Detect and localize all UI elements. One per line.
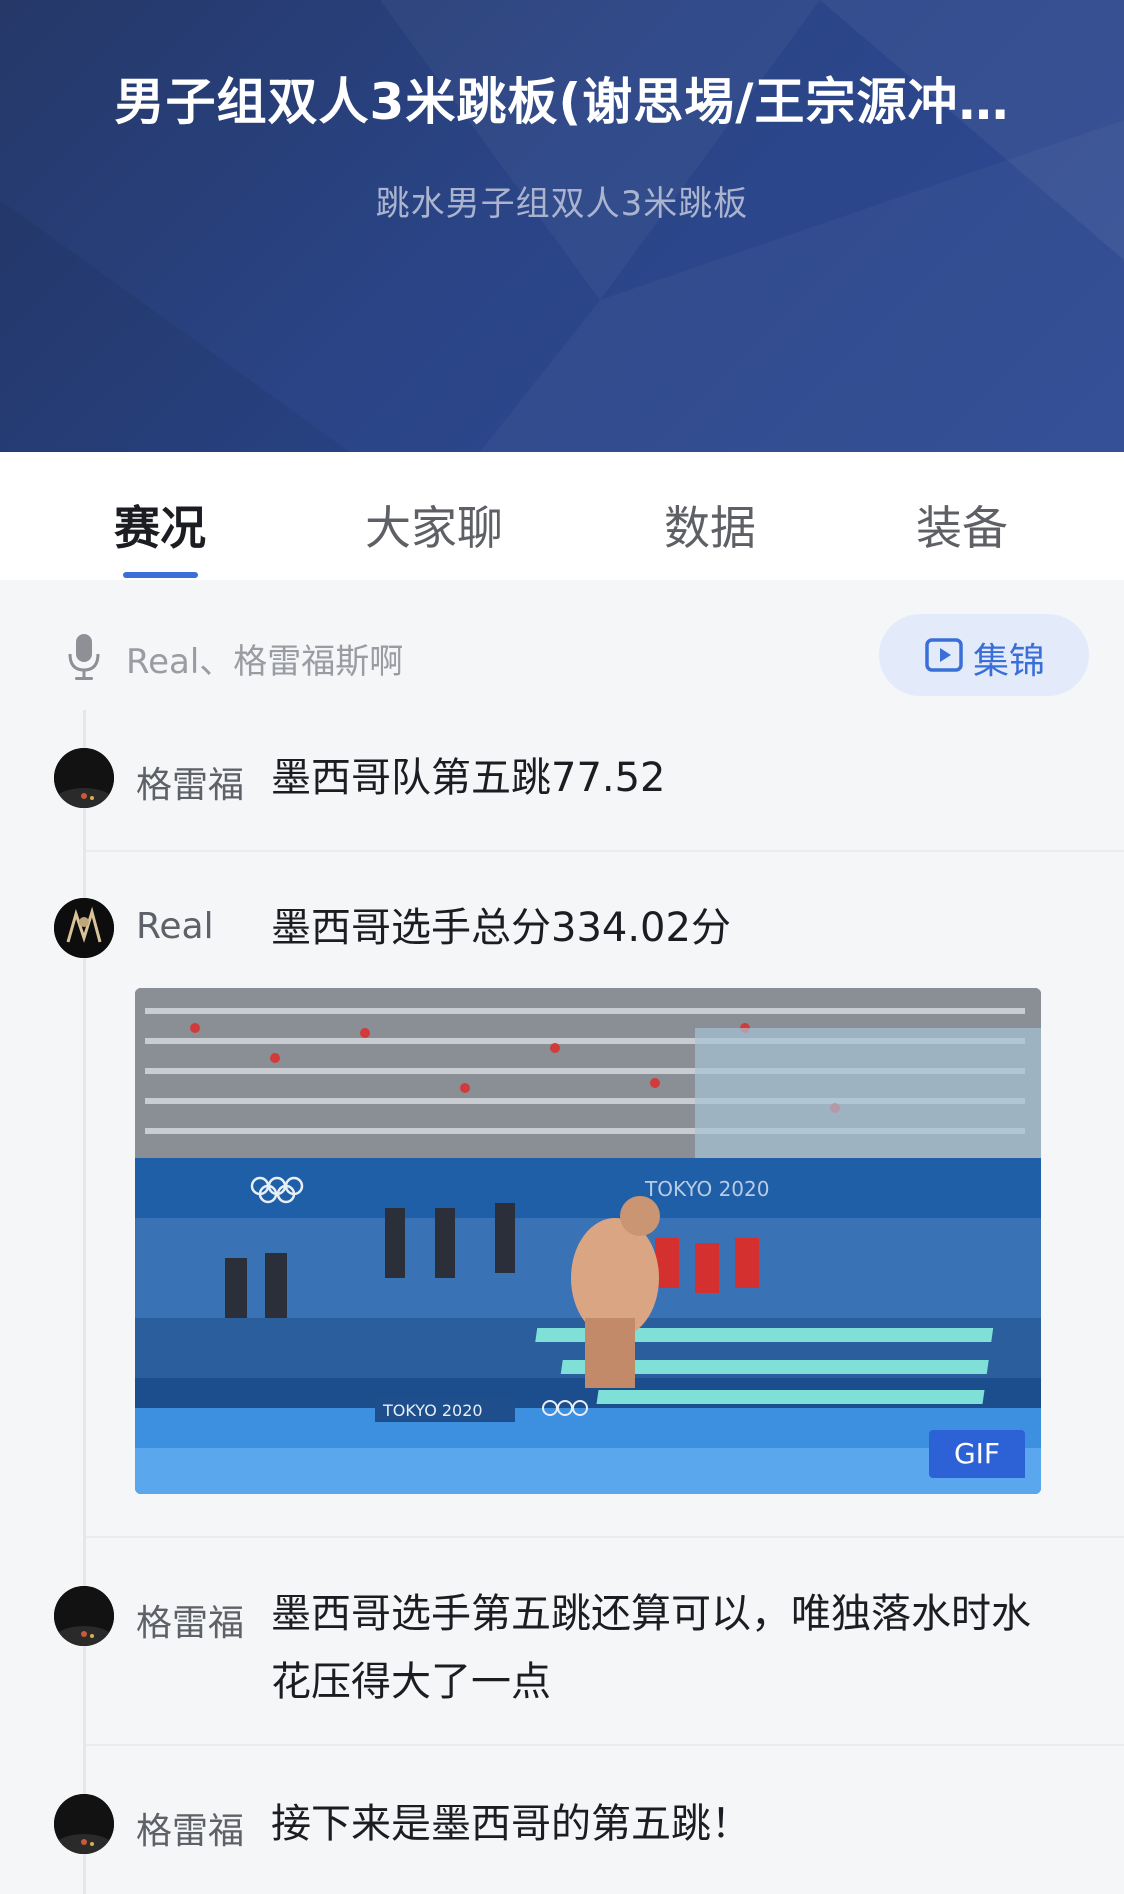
- highlights-label: 集锦: [973, 641, 1046, 682]
- message-text: 墨西哥队第五跳77.52: [271, 755, 666, 801]
- tab-stats[interactable]: 数据: [620, 492, 800, 558]
- play-icon: [925, 638, 963, 672]
- microphone-icon: [68, 634, 100, 680]
- gif-media[interactable]: TOKYO 2020 TOKYO 2020 GIF: [135, 988, 1041, 1494]
- author-name: 格雷福: [136, 1603, 245, 1644]
- gif-badge: GIF: [929, 1430, 1025, 1478]
- event-subtitle: 跳水男子组双人3米跳板: [375, 184, 749, 224]
- divider: [86, 1744, 1124, 1746]
- highlights-button[interactable]: 集锦: [879, 614, 1089, 696]
- match-header: 男子组双人3米跳板(谢思埸/王宗源冲… 跳水男子组双人3米跳板: [0, 0, 1124, 452]
- avatar[interactable]: [54, 748, 114, 808]
- message-text: 墨西哥选手总分334.02分: [271, 905, 731, 951]
- tab-chat[interactable]: 大家聊: [344, 492, 524, 558]
- avatar[interactable]: [54, 1794, 114, 1854]
- message-text: 墨西哥选手第五跳还算可以，唯独落水时水花压得大了一点: [271, 1591, 1031, 1705]
- gif-caption: TOKYO 2020: [644, 1177, 769, 1201]
- tab-bar: 赛况 大家聊 数据 装备: [0, 452, 1124, 580]
- page-title: 男子组双人3米跳板(谢思埸/王宗源冲…: [114, 73, 1010, 131]
- avatar-image: [54, 1794, 114, 1854]
- avatar-image: [54, 898, 114, 958]
- gif-caption: TOKYO 2020: [382, 1401, 483, 1420]
- tab-equipment[interactable]: 装备: [872, 492, 1052, 558]
- avatar[interactable]: [54, 898, 114, 958]
- active-tab-indicator: [123, 572, 198, 578]
- author-name: 格雷福: [136, 1811, 245, 1852]
- author-name: 格雷福: [136, 765, 245, 806]
- tab-live[interactable]: 赛况: [70, 492, 250, 558]
- divider: [86, 1536, 1124, 1538]
- avatar-image: [54, 1586, 114, 1646]
- commentator-names: Real、格雷福斯啊: [126, 642, 404, 682]
- avatar-image: [54, 748, 114, 808]
- avatar[interactable]: [54, 1586, 114, 1646]
- author-name: Real: [136, 906, 214, 947]
- message-text: 接下来是墨西哥的第五跳！: [271, 1801, 751, 1847]
- divider: [86, 850, 1124, 852]
- timeline-line: [83, 710, 86, 1894]
- diving-gif-image: TOKYO 2020 TOKYO 2020: [135, 988, 1041, 1494]
